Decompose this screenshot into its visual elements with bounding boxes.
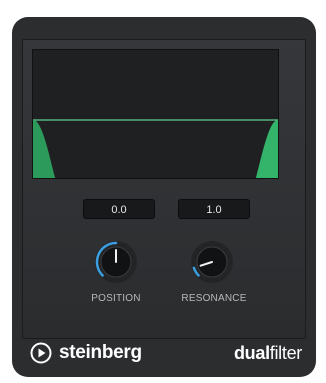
product-name: dualfilter <box>234 343 302 364</box>
filter-curve-graph <box>33 119 278 178</box>
product-name-light: filter <box>269 343 303 363</box>
filter-edge-left <box>33 120 55 178</box>
resonance-knob[interactable] <box>190 240 234 284</box>
position-value-field[interactable]: 0.0 <box>83 199 155 219</box>
filter-edge-right <box>256 120 278 178</box>
product-name-bold: dual <box>233 343 270 363</box>
position-knob[interactable] <box>94 240 138 284</box>
resonance-label: RESONANCE <box>181 293 247 304</box>
filter-curve-fill <box>33 120 278 178</box>
filter-display[interactable] <box>32 49 279 179</box>
steinberg-logo[interactable]: steinberg <box>30 342 142 364</box>
plugin-footer: steinberg dualfilter <box>12 330 316 377</box>
position-label: POSITION <box>91 293 141 304</box>
brand-name: steinberg <box>59 342 142 363</box>
steinberg-play-icon <box>30 342 52 364</box>
resonance-value-field[interactable]: 1.0 <box>178 199 250 219</box>
